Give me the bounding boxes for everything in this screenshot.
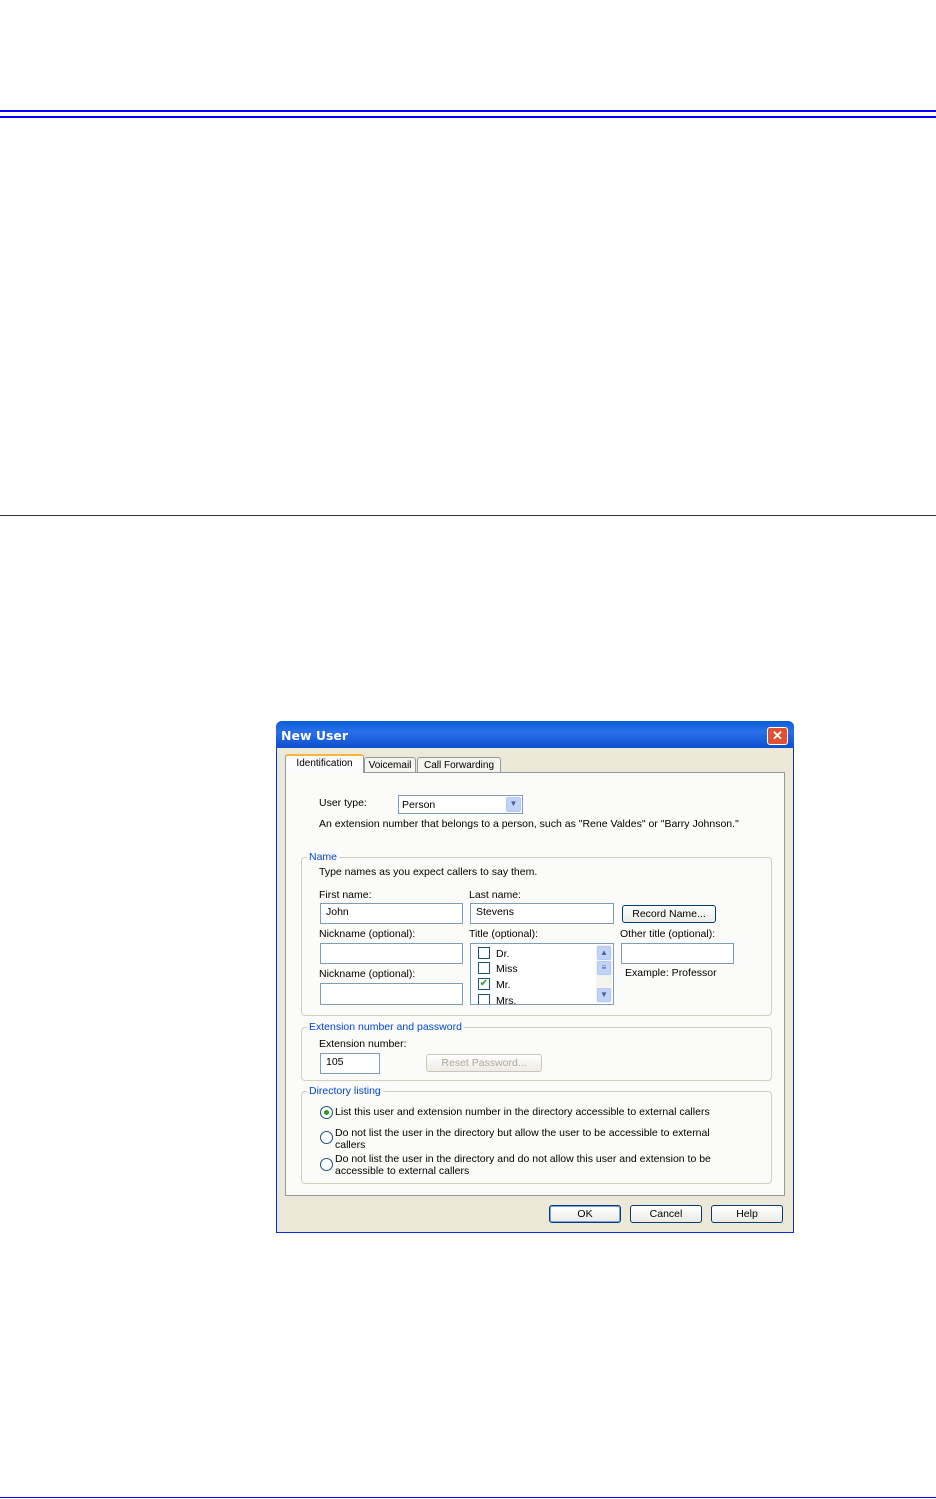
extension-group-legend: Extension number and password (307, 1021, 464, 1033)
scrollbar[interactable]: ▲ ≡ ▼ (596, 945, 612, 1003)
title-label: Title (optional): (469, 928, 539, 940)
title-option-label: Mrs. (496, 995, 517, 1005)
extension-number-input[interactable]: 105 (320, 1053, 380, 1074)
cancel-button[interactable]: Cancel (630, 1205, 702, 1223)
radio-list-user[interactable] (320, 1106, 333, 1119)
radio-label: Do not list the user in the directory bu… (335, 1127, 710, 1151)
identification-panel: User type: Person ▼ An extension number … (285, 772, 785, 1196)
record-name-button[interactable]: Record Name... (622, 905, 716, 923)
header-rule-top (0, 110, 936, 112)
name-hint: Type names as you expect callers to say … (319, 866, 538, 878)
close-icon[interactable]: ✕ (767, 727, 788, 745)
dialog-title: New User (281, 728, 349, 743)
first-name-label: First name: (319, 889, 372, 901)
checkbox-mr[interactable]: ✔ (478, 978, 490, 990)
radio-unlisted-accessible[interactable] (320, 1131, 333, 1144)
title-option-label: Dr. (496, 948, 510, 960)
ok-button[interactable]: OK (549, 1205, 621, 1223)
tab-identification[interactable]: Identification (285, 754, 364, 773)
user-type-description: An extension number that belongs to a pe… (319, 818, 739, 830)
name-group-legend: Name (307, 851, 340, 863)
nickname-label-2: Nickname (optional): (319, 968, 416, 980)
other-title-label: Other title (optional): (620, 928, 716, 940)
title-option-label: Miss (496, 963, 518, 975)
user-type-select[interactable]: Person ▼ (398, 795, 523, 814)
help-button[interactable]: Help (711, 1205, 783, 1223)
user-type-label: User type: (319, 797, 367, 809)
scroll-down-icon[interactable]: ▼ (597, 988, 611, 1002)
nickname-input-2[interactable] (320, 983, 463, 1005)
scroll-up-icon[interactable]: ▲ (597, 946, 611, 960)
tab-call-forwarding[interactable]: Call Forwarding (417, 757, 501, 773)
title-checklist[interactable]: Dr. Miss ✔ Mr. Mrs. ▲ ≡ ▼ (470, 943, 614, 1005)
user-type-value: Person (402, 799, 436, 811)
first-name-input[interactable]: John (320, 903, 463, 924)
chevron-down-icon[interactable]: ▼ (506, 797, 521, 812)
title-option-label: Mr. (496, 979, 511, 991)
tab-label: Identification (296, 758, 353, 769)
other-title-input[interactable] (621, 943, 734, 964)
directory-group-legend: Directory listing (307, 1085, 383, 1097)
nickname-input-1[interactable] (320, 943, 463, 964)
radio-label: Do not list the user in the directory an… (335, 1153, 711, 1177)
checkbox-mrs[interactable] (478, 994, 490, 1004)
scroll-thumb[interactable]: ≡ (597, 961, 611, 975)
extension-number-label: Extension number: (319, 1038, 407, 1050)
tab-label: Call Forwarding (423, 760, 495, 771)
header-rule-bottom (0, 116, 936, 118)
new-user-dialog: New User ✕ Identification Voicemail Call… (276, 721, 794, 1233)
footer-rule (0, 1497, 936, 1498)
last-name-input[interactable]: Stevens (470, 903, 614, 924)
reset-password-button[interactable]: Reset Password... (426, 1054, 542, 1072)
last-name-label: Last name: (469, 889, 521, 901)
radio-label: List this user and extension number in t… (335, 1106, 710, 1118)
section-divider (0, 515, 936, 516)
title-bar[interactable]: New User ✕ (276, 721, 794, 748)
nickname-label-1: Nickname (optional): (319, 928, 416, 940)
radio-unlisted-inaccessible[interactable] (320, 1158, 333, 1171)
tab-label: Voicemail (368, 760, 412, 771)
tab-voicemail[interactable]: Voicemail (364, 757, 416, 773)
checkbox-dr[interactable] (478, 947, 490, 959)
checkbox-miss[interactable] (478, 962, 490, 974)
other-title-example: Example: Professor (625, 967, 717, 979)
